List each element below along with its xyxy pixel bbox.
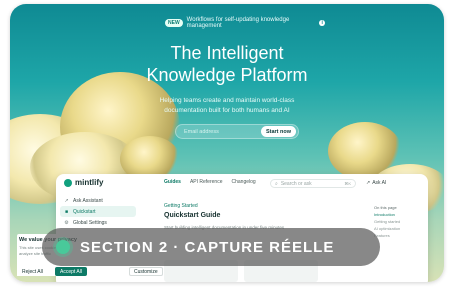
status-dot-icon [56,240,70,254]
new-badge: NEW [165,19,183,27]
section-label: SECTION 2 · CAPTURE RÉELLE [80,238,335,256]
sidebar: ↗ Ask Assistant ■ Quickstart ⚙ Global Se… [60,195,136,228]
email-field[interactable] [184,128,261,135]
announcement-bar[interactable]: NEW Workflows for self-updating knowledg… [165,16,325,30]
ask-ai-button[interactable]: ↗ Ask AI [366,180,386,186]
tab-changelog[interactable]: Changelog [231,179,255,185]
page-title: Quickstart Guide [164,212,221,219]
start-now-button[interactable]: Start now [260,126,296,137]
hero-title: The Intelligent Knowledge Platform [10,42,444,86]
signup-form: Start now [175,124,299,139]
info-icon: i [319,20,325,26]
toc-heading: On this page [374,205,397,210]
search-placeholder: Search or ask [280,180,312,187]
sidebar-item-ask-assistant[interactable]: ↗ Ask Assistant [60,195,136,206]
announcement-text[interactable]: Workflows for self-updating knowledge ma… [187,17,316,29]
sidebar-item-label: Global Settings [73,219,107,226]
section-label-overlay: SECTION 2 · CAPTURE RÉELLE [42,228,380,266]
sparkle-icon: ↗ [64,197,69,204]
book-icon: ■ [64,208,69,215]
mintlify-logo[interactable]: mintlify [64,178,103,187]
accept-all-button[interactable]: Accept All [55,267,87,276]
tab-api-reference[interactable]: API Reference [190,179,223,185]
gear-icon: ⚙ [64,219,69,226]
logo-icon [64,178,72,187]
sidebar-item-label: Ask Assistant [73,197,103,204]
toc-item-features[interactable]: Features [374,232,426,239]
breadcrumb[interactable]: Getting Started [164,203,198,209]
ask-ai-label: Ask AI [372,180,387,186]
toc-item-introduction[interactable]: Introduction [374,211,426,218]
sparkle-icon: ↗ [366,180,371,186]
brand-name: mintlify [75,178,104,187]
customize-button[interactable]: Customize [129,267,163,276]
sidebar-item-quickstart[interactable]: ■ Quickstart [60,206,136,217]
toc-item-getting-started[interactable]: Getting started [374,218,426,225]
sidebar-item-label: Quickstart [73,208,96,215]
top-nav: Guides API Reference Changelog [164,179,256,185]
table-of-contents: On this page Introduction Getting starte… [374,204,426,239]
sidebar-item-global-settings[interactable]: ⚙ Global Settings [60,217,136,228]
reject-all-button[interactable]: Reject All [17,267,48,276]
search-shortcut: ⌘K [344,181,351,186]
hero-title-line1: The Intelligent [170,43,284,63]
tab-guides[interactable]: Guides [164,179,181,185]
hero-title-line2: Knowledge Platform [146,65,308,85]
search-input[interactable]: ⌕ Search or ask ⌘K [270,179,356,188]
toc-item-ai-optimization[interactable]: AI optimization [374,225,426,232]
search-icon: ⌕ [275,180,278,187]
hero-subtitle: Helping teams create and maintain world-… [159,97,295,114]
